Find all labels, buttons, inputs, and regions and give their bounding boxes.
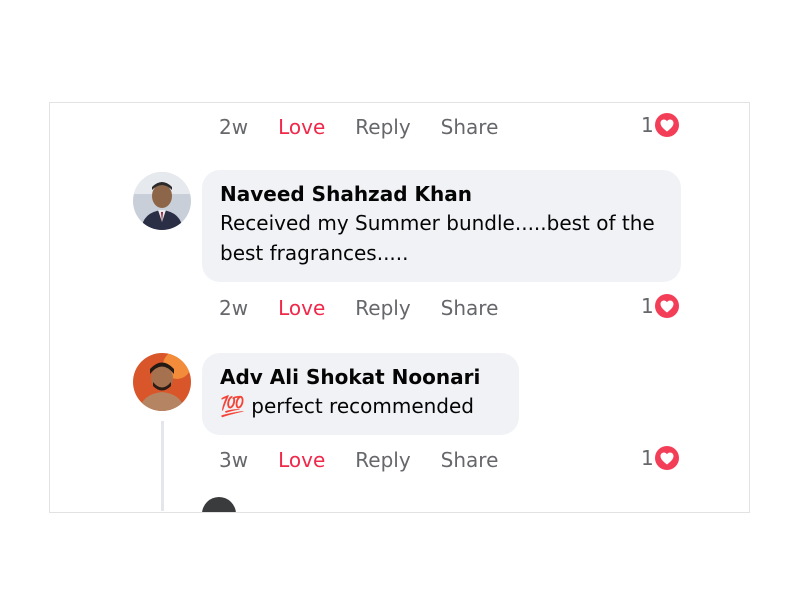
avatar[interactable] — [133, 172, 191, 230]
reaction-count: 1 — [641, 294, 654, 318]
comment-bubble: Naveed Shahzad Khan Received my Summer b… — [202, 170, 681, 282]
love-button[interactable]: Love — [278, 448, 325, 472]
heart-icon — [654, 294, 679, 318]
comment-actions: 2w Love Reply Share — [219, 112, 528, 142]
reaction-summary[interactable]: 1 — [641, 292, 679, 320]
avatar[interactable] — [133, 353, 191, 411]
comment-text: perfect recommended — [251, 394, 474, 418]
comment-time[interactable]: 3w — [219, 448, 248, 472]
reaction-count: 1 — [641, 113, 654, 137]
heart-icon — [654, 113, 679, 137]
comment-thread: 2w Love Reply Share 1 Naveed Shahzad Kha… — [49, 102, 750, 513]
comment-author[interactable]: Adv Ali Shokat Noonari — [220, 363, 501, 391]
comment-author[interactable]: Naveed Shahzad Khan — [220, 180, 663, 208]
reply-button[interactable]: Reply — [355, 296, 410, 320]
reply-avatar[interactable] — [202, 497, 236, 512]
comment-bubble: Adv Ali Shokat Noonari 💯 perfect recomme… — [202, 353, 519, 435]
comment-time[interactable]: 2w — [219, 115, 248, 139]
hundred-points-emoji: 💯 — [220, 394, 245, 418]
share-button[interactable]: Share — [441, 115, 499, 139]
comment-text: Received my Summer bundle.....best of th… — [220, 211, 655, 265]
comment-actions: 3w Love Reply Share — [219, 445, 528, 475]
love-button[interactable]: Love — [278, 296, 325, 320]
comment-time[interactable]: 2w — [219, 296, 248, 320]
reply-thread-line — [161, 421, 164, 511]
heart-icon — [654, 446, 679, 470]
reaction-count: 1 — [641, 446, 654, 470]
reply-button[interactable]: Reply — [355, 115, 410, 139]
love-button[interactable]: Love — [278, 115, 325, 139]
comment-body: 💯 perfect recommended — [220, 391, 501, 421]
comment-actions: 2w Love Reply Share — [219, 293, 528, 323]
share-button[interactable]: Share — [441, 448, 499, 472]
reaction-summary[interactable]: 1 — [641, 444, 679, 472]
share-button[interactable]: Share — [441, 296, 499, 320]
reply-button[interactable]: Reply — [355, 448, 410, 472]
reaction-summary[interactable]: 1 — [641, 111, 679, 139]
